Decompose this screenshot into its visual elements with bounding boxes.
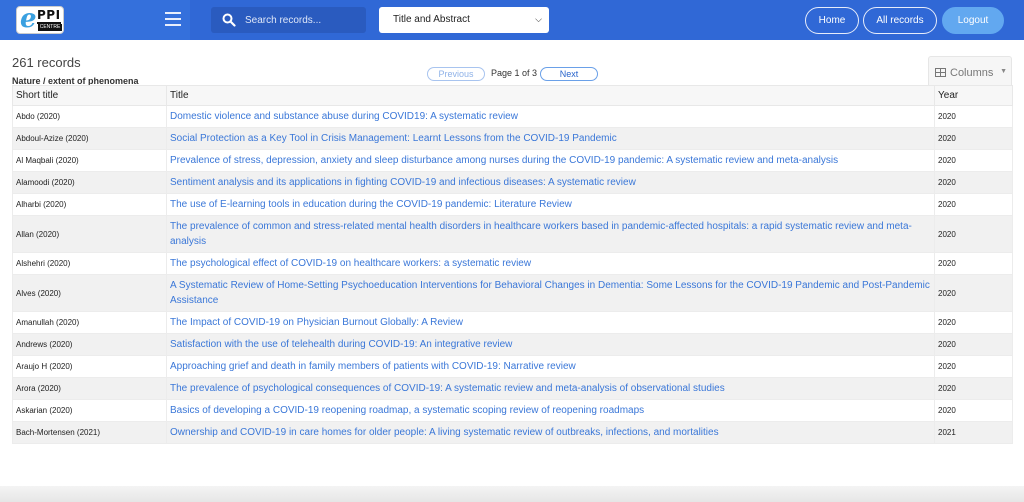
short-title-cell: Al Maqbali (2020) [12,149,167,172]
short-title-cell: Abdoul-Azize (2020) [12,127,167,150]
year-cell: 2020 [934,149,1013,172]
logo-text: PPI [37,8,61,24]
page-info: Page 1 of 3 [491,68,538,78]
title-link[interactable]: The use of E-learning tools in education… [166,193,935,216]
chevron-down-icon: ⌵ [535,14,542,24]
year-cell: 2020 [934,215,1013,253]
table-header-row: Short title Title Year [12,85,1013,106]
records-count: 261 records [12,55,81,70]
title-link[interactable]: Ownership and COVID-19 in care homes for… [166,421,935,444]
table-row: Arora (2020) The prevalence of psychologi… [12,377,1013,400]
search-field-value: Title and Abstract [393,14,470,25]
title-link[interactable]: Satisfaction with the use of telehealth … [166,333,935,356]
short-title-cell: Allan (2020) [12,215,167,253]
title-link[interactable]: Prevalence of stress, depression, anxiet… [166,149,935,172]
year-cell: 2020 [934,193,1013,216]
short-title-cell: Alharbi (2020) [12,193,167,216]
year-cell: 2020 [934,274,1013,312]
table-grid-icon [935,68,946,77]
short-title-cell: Alshehri (2020) [12,252,167,275]
table-row: Abdoul-Azize (2020) Social Protection as … [12,127,1013,150]
title-link[interactable]: Social Protection as a Key Tool in Crisi… [166,127,935,150]
search-icon [222,13,236,27]
table-row: Araujo H (2020) Approaching grief and dea… [12,355,1013,378]
table-row: Abdo (2020) Domestic violence and substan… [12,105,1013,128]
short-title-cell: Alves (2020) [12,274,167,312]
table-row: Andrews (2020) Satisfaction with the use … [12,333,1013,356]
table-row: Amanullah (2020) The Impact of COVID-19 o… [12,311,1013,334]
next-page-button[interactable]: Next [540,67,598,81]
table-row: Askarian (2020) Basics of developing a CO… [12,399,1013,422]
title-link[interactable]: A Systematic Review of Home-Setting Psyc… [166,274,935,312]
title-link[interactable]: The prevalence of psychological conseque… [166,377,935,400]
title-link[interactable]: The Impact of COVID-19 on Physician Burn… [166,311,935,334]
year-cell: 2020 [934,377,1013,400]
title-link[interactable]: Domestic violence and substance abuse du… [166,105,935,128]
table-row: Alamoodi (2020) Sentiment analysis and it… [12,171,1013,194]
logout-button[interactable]: Logout [942,7,1004,34]
previous-page-button[interactable]: Previous [427,67,485,81]
short-title-cell: Alamoodi (2020) [12,171,167,194]
title-link[interactable]: Approaching grief and death in family me… [166,355,935,378]
columns-label: Columns [950,67,994,79]
year-cell: 2020 [934,399,1013,422]
title-link[interactable]: Basics of developing a COVID-19 reopenin… [166,399,935,422]
column-header-year[interactable]: Year [934,85,1013,106]
year-cell: 2020 [934,311,1013,334]
all-records-button[interactable]: All records [863,7,937,34]
short-title-cell: Araujo H (2020) [12,355,167,378]
table-row: Alharbi (2020) The use of E-learning tool… [12,193,1013,216]
short-title-cell: Bach-Mortensen (2021) [12,421,167,444]
year-cell: 2020 [934,333,1013,356]
caret-down-icon: ▼ [1000,68,1007,75]
short-title-cell: Askarian (2020) [12,399,167,422]
table-row: Alves (2020) A Systematic Review of Home-… [12,274,1013,312]
short-title-cell: Arora (2020) [12,377,167,400]
search-input[interactable] [245,11,360,29]
year-cell: 2020 [934,355,1013,378]
year-cell: 2021 [934,421,1013,444]
title-link[interactable]: The prevalence of common and stress-rela… [166,215,935,253]
title-link[interactable]: The psychological effect of COVID-19 on … [166,252,935,275]
short-title-cell: Andrews (2020) [12,333,167,356]
records-table: Short title Title Year Abdo (2020) Domest… [12,85,1013,444]
year-cell: 2020 [934,171,1013,194]
short-title-cell: Amanullah (2020) [12,311,167,334]
year-cell: 2020 [934,127,1013,150]
column-header-short-title[interactable]: Short title [12,85,167,106]
column-header-title[interactable]: Title [166,85,935,106]
search-box [211,7,366,33]
table-row: Alshehri (2020) The psychological effect … [12,252,1013,275]
table-row: Allan (2020) The prevalence of common and… [12,215,1013,253]
home-button[interactable]: Home [805,7,859,34]
table-row: Bach-Mortensen (2021) Ownership and COVID… [12,421,1013,444]
search-field-select[interactable]: Title and Abstract ⌵ [379,7,549,33]
eppi-centre-logo[interactable]: e PPI CENTRE [16,4,64,34]
short-title-cell: Abdo (2020) [12,105,167,128]
columns-toggle-button[interactable]: Columns ▼ [928,56,1012,88]
menu-icon[interactable] [165,12,181,26]
table-row: Al Maqbali (2020) Prevalence of stress, d… [12,149,1013,172]
title-link[interactable]: Sentiment analysis and its applications … [166,171,935,194]
year-cell: 2020 [934,105,1013,128]
logo-e-glyph: e [20,4,37,34]
top-navbar: e PPI CENTRE Title and Abstract ⌵ Home A… [0,0,1024,40]
year-cell: 2020 [934,252,1013,275]
logo-subtext: CENTRE [38,24,62,31]
